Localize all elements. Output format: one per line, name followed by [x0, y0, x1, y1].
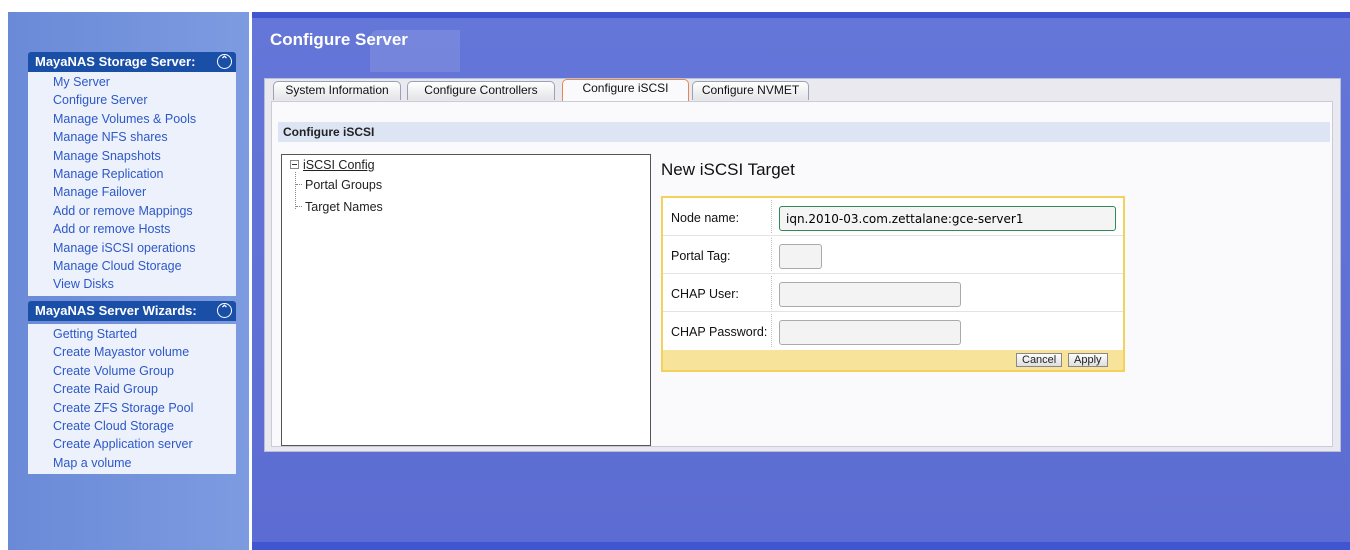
row-separator: [771, 314, 772, 347]
sidebar-item-manage-snapshots[interactable]: Manage Snapshots: [53, 147, 236, 165]
collapse-up-icon[interactable]: ⌃: [217, 303, 232, 318]
sidebar-item-create-mayastor-volume[interactable]: Create Mayastor volume: [53, 343, 236, 361]
tab-system-information[interactable]: System Information: [273, 81, 401, 100]
form-row-chap-password: CHAP Password:: [663, 312, 1123, 349]
portal-tag-label: Portal Tag:: [671, 249, 731, 263]
node-name-label: Node name:: [671, 211, 740, 225]
tree-item-label: Portal Groups: [305, 178, 383, 192]
section-title: Configure iSCSI: [278, 122, 1330, 142]
left-sidebar: MayaNAS Storage Server: ⌃ My Server Conf…: [8, 12, 249, 550]
sidebar-item-manage-volumes-pools[interactable]: Manage Volumes & Pools: [53, 110, 236, 128]
chap-user-label: CHAP User:: [671, 287, 739, 301]
collapse-up-icon[interactable]: ⌃: [217, 54, 232, 69]
tree-branch: [296, 184, 302, 185]
portal-tag-field[interactable]: [779, 244, 822, 269]
sidebar-item-create-cloud-storage[interactable]: Create Cloud Storage: [53, 417, 236, 435]
tree-root[interactable]: iSCSI Config: [290, 158, 375, 172]
node-name-field[interactable]: [779, 206, 1116, 231]
tab-content: Configure iSCSI iSCSI Config Portal Grou…: [271, 101, 1333, 447]
tree-branch: [296, 206, 302, 207]
chap-password-label: CHAP Password:: [671, 325, 768, 339]
sidebar-item-iscsi-operations[interactable]: Manage iSCSI operations: [53, 239, 236, 257]
chap-user-field[interactable]: [779, 282, 961, 307]
sidebar-item-create-volume-group[interactable]: Create Volume Group: [53, 362, 236, 380]
sidebar-item-view-disks[interactable]: View Disks: [53, 275, 236, 293]
sidebar-item-create-application-server[interactable]: Create Application server: [53, 435, 236, 453]
sidebar-item-manage-nfs-shares[interactable]: Manage NFS shares: [53, 128, 236, 146]
bottom-band: [252, 542, 1350, 550]
row-separator: [771, 276, 772, 309]
tab-configure-controllers[interactable]: Configure Controllers: [407, 81, 555, 100]
form-row-node-name: Node name:: [663, 198, 1123, 236]
tree-item-label: Target Names: [305, 200, 383, 214]
sidebar-header-storage-server[interactable]: MayaNAS Storage Server: ⌃: [28, 52, 236, 72]
form-footer: Cancel Apply: [663, 350, 1123, 370]
main-area: Configure Server System Information Conf…: [252, 12, 1350, 550]
sidebar-item-map-volume[interactable]: Map a volume: [53, 454, 236, 472]
row-separator: [771, 200, 772, 233]
sidebar-header-title: MayaNAS Storage Server:: [35, 54, 196, 69]
sidebar-list-storage-server: My Server Configure Server Manage Volume…: [28, 72, 236, 296]
sidebar-item-getting-started[interactable]: Getting Started: [53, 325, 236, 343]
sidebar-item-manage-failover[interactable]: Manage Failover: [53, 183, 236, 201]
tab-configure-iscsi[interactable]: Configure iSCSI: [562, 79, 689, 101]
sidebar-item-manage-replication[interactable]: Manage Replication: [53, 165, 236, 183]
sidebar-item-mappings[interactable]: Add or remove Mappings: [53, 202, 236, 220]
tree-root-label[interactable]: iSCSI Config: [303, 158, 375, 172]
sidebar-item-create-raid-group[interactable]: Create Raid Group: [53, 380, 236, 398]
iscsi-config-tree: iSCSI Config Portal Groups Target Names: [281, 154, 651, 446]
sidebar-item-configure-server[interactable]: Configure Server: [53, 91, 236, 109]
sidebar-list-server-wizards: Getting Started Create Mayastor volume C…: [28, 324, 236, 475]
tree-item-target-names[interactable]: Target Names: [296, 200, 383, 214]
tree-item-portal-groups[interactable]: Portal Groups: [296, 178, 382, 192]
cancel-button[interactable]: Cancel: [1016, 353, 1063, 367]
apply-button[interactable]: Apply: [1068, 353, 1108, 367]
tab-configure-nvmet[interactable]: Configure NVMET: [692, 81, 809, 100]
chap-password-field[interactable]: [779, 320, 961, 345]
page-title: Configure Server: [270, 30, 408, 49]
top-band: [252, 12, 1350, 18]
sidebar-item-hosts[interactable]: Add or remove Hosts: [53, 220, 236, 238]
sidebar-item-create-zfs-pool[interactable]: Create ZFS Storage Pool: [53, 399, 236, 417]
form-row-portal-tag: Portal Tag:: [663, 236, 1123, 274]
form-title: New iSCSI Target: [661, 160, 795, 179]
row-separator: [771, 238, 772, 271]
form-row-chap-user: CHAP User:: [663, 274, 1123, 312]
configure-panel: System Information Configure Controllers…: [264, 78, 1341, 452]
sidebar-header-title: MayaNAS Server Wizards:: [35, 303, 197, 318]
sidebar-item-cloud-storage[interactable]: Manage Cloud Storage: [53, 257, 236, 275]
new-target-form: Node name: Portal Tag: CHAP User: CHAP P…: [661, 196, 1125, 372]
sidebar-item-my-server[interactable]: My Server: [53, 73, 236, 91]
collapse-minus-icon[interactable]: [290, 160, 299, 169]
sidebar-header-server-wizards[interactable]: MayaNAS Server Wizards: ⌃: [28, 301, 236, 321]
